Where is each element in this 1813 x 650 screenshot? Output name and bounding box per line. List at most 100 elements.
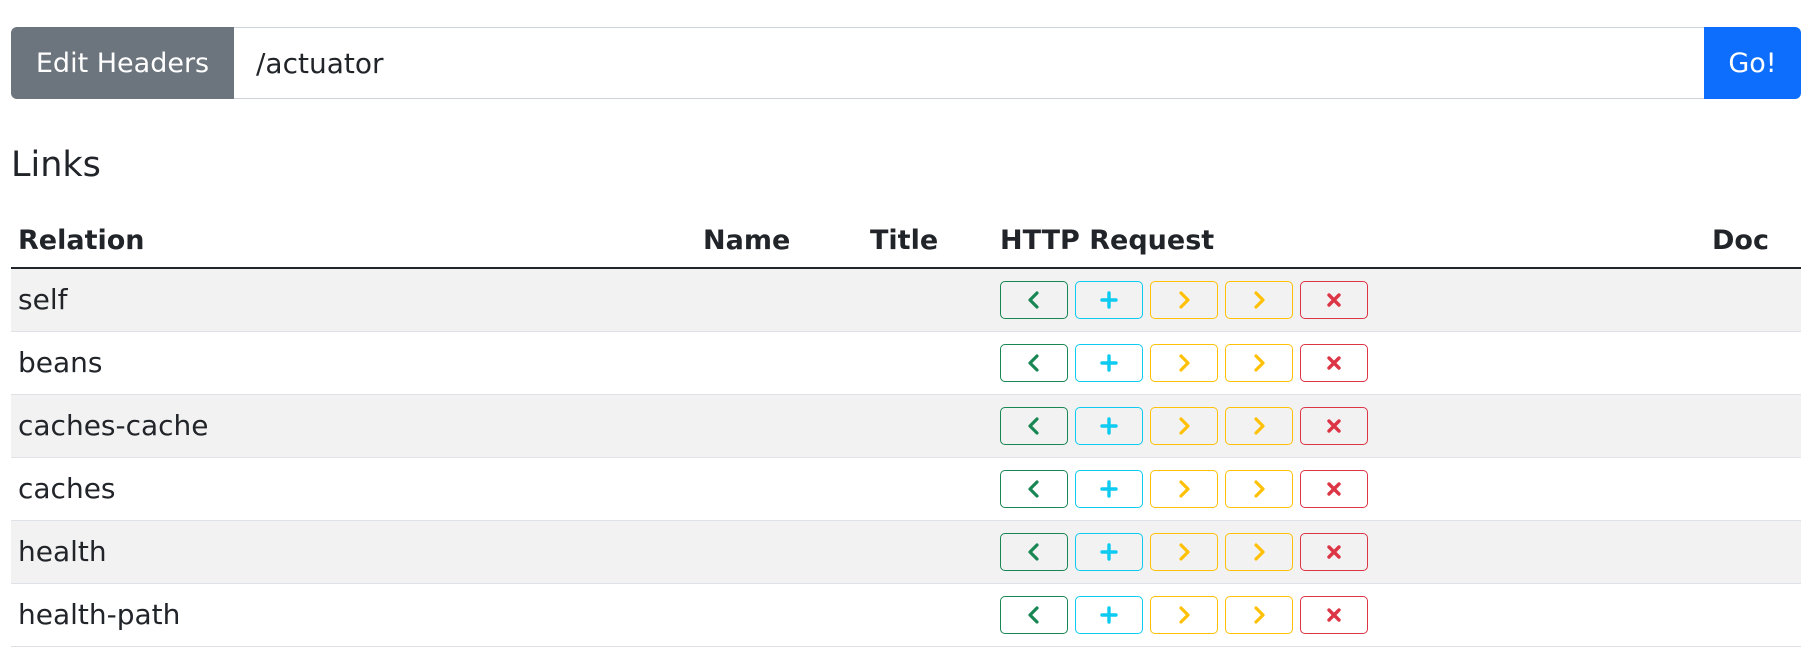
doc-cell xyxy=(1705,268,1801,332)
http-put-button[interactable] xyxy=(1150,532,1218,571)
column-header-doc: Doc xyxy=(1705,213,1801,269)
table-row: self xyxy=(11,268,1801,332)
go-button[interactable]: Go! xyxy=(1704,27,1801,99)
http-request-actions xyxy=(1000,532,1698,571)
column-header-relation: Relation xyxy=(11,213,696,269)
chevron-right-icon xyxy=(1251,479,1267,499)
http-post-button[interactable] xyxy=(1075,280,1143,319)
chevron-right-icon xyxy=(1251,416,1267,436)
title-cell xyxy=(863,583,993,647)
http-request-actions xyxy=(1000,469,1698,508)
http-get-button[interactable] xyxy=(1000,280,1068,319)
chevron-left-icon xyxy=(1026,290,1042,310)
http-request-cell xyxy=(993,394,1705,458)
http-request-cell xyxy=(993,457,1705,521)
title-cell xyxy=(863,331,993,395)
plus-icon xyxy=(1099,479,1119,499)
http-get-button[interactable] xyxy=(1000,532,1068,571)
url-input[interactable] xyxy=(234,27,1704,99)
plus-icon xyxy=(1099,290,1119,310)
http-get-button[interactable] xyxy=(1000,343,1068,382)
doc-cell xyxy=(1705,583,1801,647)
http-put-button[interactable] xyxy=(1150,280,1218,319)
name-cell xyxy=(696,520,863,584)
table-row: caches xyxy=(11,457,1801,521)
http-request-cell xyxy=(993,268,1705,332)
http-delete-button[interactable] xyxy=(1300,343,1368,382)
edit-headers-button[interactable]: Edit Headers xyxy=(11,27,234,99)
column-header-name: Name xyxy=(696,213,863,269)
chevron-right-icon xyxy=(1176,353,1192,373)
http-request-cell xyxy=(993,331,1705,395)
http-delete-button[interactable] xyxy=(1300,406,1368,445)
plus-icon xyxy=(1099,605,1119,625)
http-patch-button[interactable] xyxy=(1225,406,1293,445)
http-get-button[interactable] xyxy=(1000,595,1068,634)
hal-explorer: Edit Headers Go! Links Relation Name Tit… xyxy=(11,27,1801,647)
http-request-actions xyxy=(1000,406,1698,445)
http-request-actions xyxy=(1000,343,1698,382)
http-post-button[interactable] xyxy=(1075,343,1143,382)
plus-icon xyxy=(1099,416,1119,436)
column-header-http-request: HTTP Request xyxy=(993,213,1705,269)
chevron-right-icon xyxy=(1176,605,1192,625)
chevron-left-icon xyxy=(1026,542,1042,562)
table-row: beans xyxy=(11,331,1801,395)
http-put-button[interactable] xyxy=(1150,343,1218,382)
http-post-button[interactable] xyxy=(1075,406,1143,445)
x-icon xyxy=(1326,292,1342,308)
relation-cell: self xyxy=(11,268,696,332)
relation-cell: caches-cache xyxy=(11,394,696,458)
http-patch-button[interactable] xyxy=(1225,469,1293,508)
http-post-button[interactable] xyxy=(1075,532,1143,571)
http-get-button[interactable] xyxy=(1000,469,1068,508)
http-patch-button[interactable] xyxy=(1225,532,1293,571)
http-delete-button[interactable] xyxy=(1300,532,1368,571)
http-request-cell xyxy=(993,583,1705,647)
http-delete-button[interactable] xyxy=(1300,280,1368,319)
http-patch-button[interactable] xyxy=(1225,280,1293,319)
http-post-button[interactable] xyxy=(1075,595,1143,634)
title-cell xyxy=(863,394,993,458)
column-header-title: Title xyxy=(863,213,993,269)
title-cell xyxy=(863,520,993,584)
table-row: health xyxy=(11,520,1801,584)
chevron-right-icon xyxy=(1176,290,1192,310)
url-input-group: Edit Headers Go! xyxy=(11,27,1801,99)
table-row: caches-cache xyxy=(11,394,1801,458)
http-patch-button[interactable] xyxy=(1225,595,1293,634)
http-get-button[interactable] xyxy=(1000,406,1068,445)
http-put-button[interactable] xyxy=(1150,595,1218,634)
name-cell xyxy=(696,268,863,332)
relation-cell: health xyxy=(11,520,696,584)
chevron-right-icon xyxy=(1251,605,1267,625)
title-cell xyxy=(863,457,993,521)
plus-icon xyxy=(1099,542,1119,562)
http-put-button[interactable] xyxy=(1150,469,1218,508)
doc-cell xyxy=(1705,394,1801,458)
doc-cell xyxy=(1705,520,1801,584)
chevron-left-icon xyxy=(1026,353,1042,373)
http-post-button[interactable] xyxy=(1075,469,1143,508)
http-delete-button[interactable] xyxy=(1300,595,1368,634)
chevron-right-icon xyxy=(1176,416,1192,436)
http-delete-button[interactable] xyxy=(1300,469,1368,508)
http-request-cell xyxy=(993,520,1705,584)
name-cell xyxy=(696,457,863,521)
http-put-button[interactable] xyxy=(1150,406,1218,445)
links-table: Relation Name Title HTTP Request Doc sel… xyxy=(11,213,1801,647)
doc-cell xyxy=(1705,457,1801,521)
chevron-right-icon xyxy=(1176,479,1192,499)
plus-icon xyxy=(1099,353,1119,373)
relation-cell: beans xyxy=(11,331,696,395)
relation-cell: health-path xyxy=(11,583,696,647)
doc-cell xyxy=(1705,331,1801,395)
chevron-right-icon xyxy=(1251,542,1267,562)
links-heading: Links xyxy=(11,145,101,185)
relation-cell: caches xyxy=(11,457,696,521)
table-row: health-path xyxy=(11,583,1801,647)
chevron-right-icon xyxy=(1251,353,1267,373)
http-patch-button[interactable] xyxy=(1225,343,1293,382)
x-icon xyxy=(1326,355,1342,371)
name-cell xyxy=(696,331,863,395)
